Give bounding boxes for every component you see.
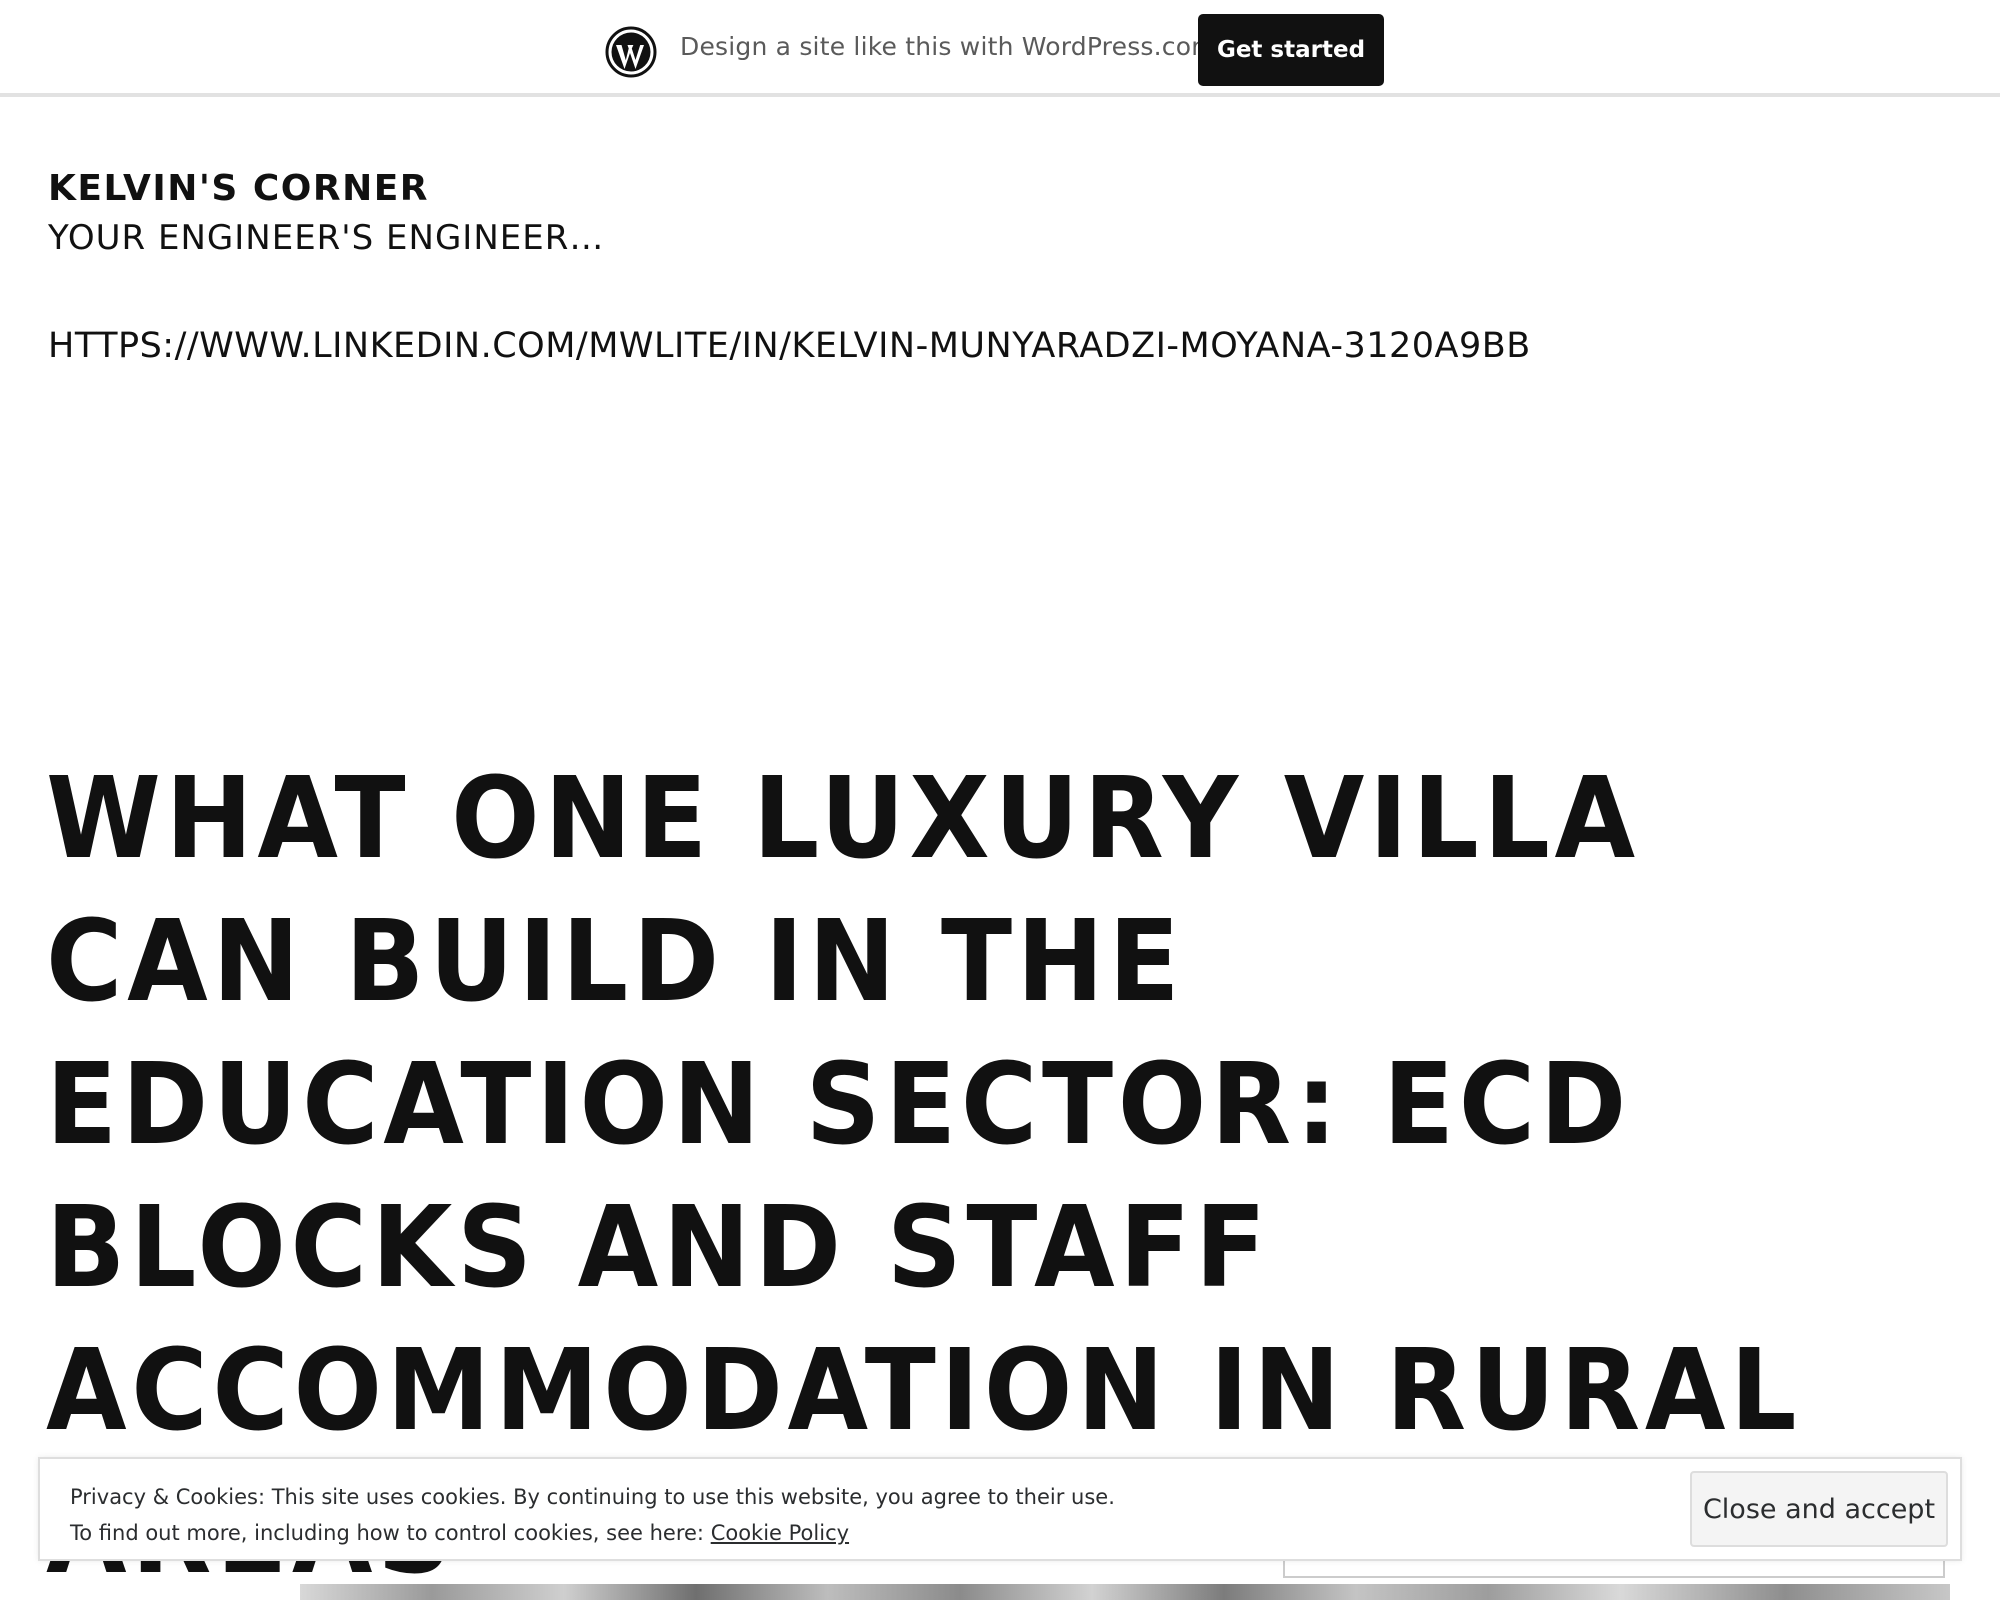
featured-image — [300, 1584, 1950, 1600]
site-title[interactable]: KELVIN'S CORNER — [48, 168, 429, 209]
linkedin-link[interactable]: HTTPS://WWW.LINKEDIN.COM/MWLITE/IN/KELVI… — [48, 326, 1531, 366]
promo-text: Design a site like this with WordPress.c… — [680, 32, 1216, 61]
wordpress-logo-icon[interactable] — [605, 26, 657, 78]
get-started-button[interactable]: Get started — [1198, 14, 1384, 86]
cookie-notice-more: To find out more, including how to contr… — [70, 1521, 849, 1545]
close-and-accept-button[interactable]: Close and accept — [1690, 1471, 1948, 1547]
cookie-notice-text: Privacy & Cookies: This site uses cookie… — [70, 1485, 1115, 1509]
wordpress-promo-bar: Design a site like this with WordPress.c… — [0, 0, 2000, 97]
site-tagline: YOUR ENGINEER'S ENGINEER… — [48, 218, 605, 258]
cookie-banner: Privacy & Cookies: This site uses cookie… — [38, 1457, 1962, 1561]
cookie-notice-prefix: To find out more, including how to contr… — [70, 1521, 704, 1545]
cookie-policy-link[interactable]: Cookie Policy — [711, 1521, 849, 1545]
